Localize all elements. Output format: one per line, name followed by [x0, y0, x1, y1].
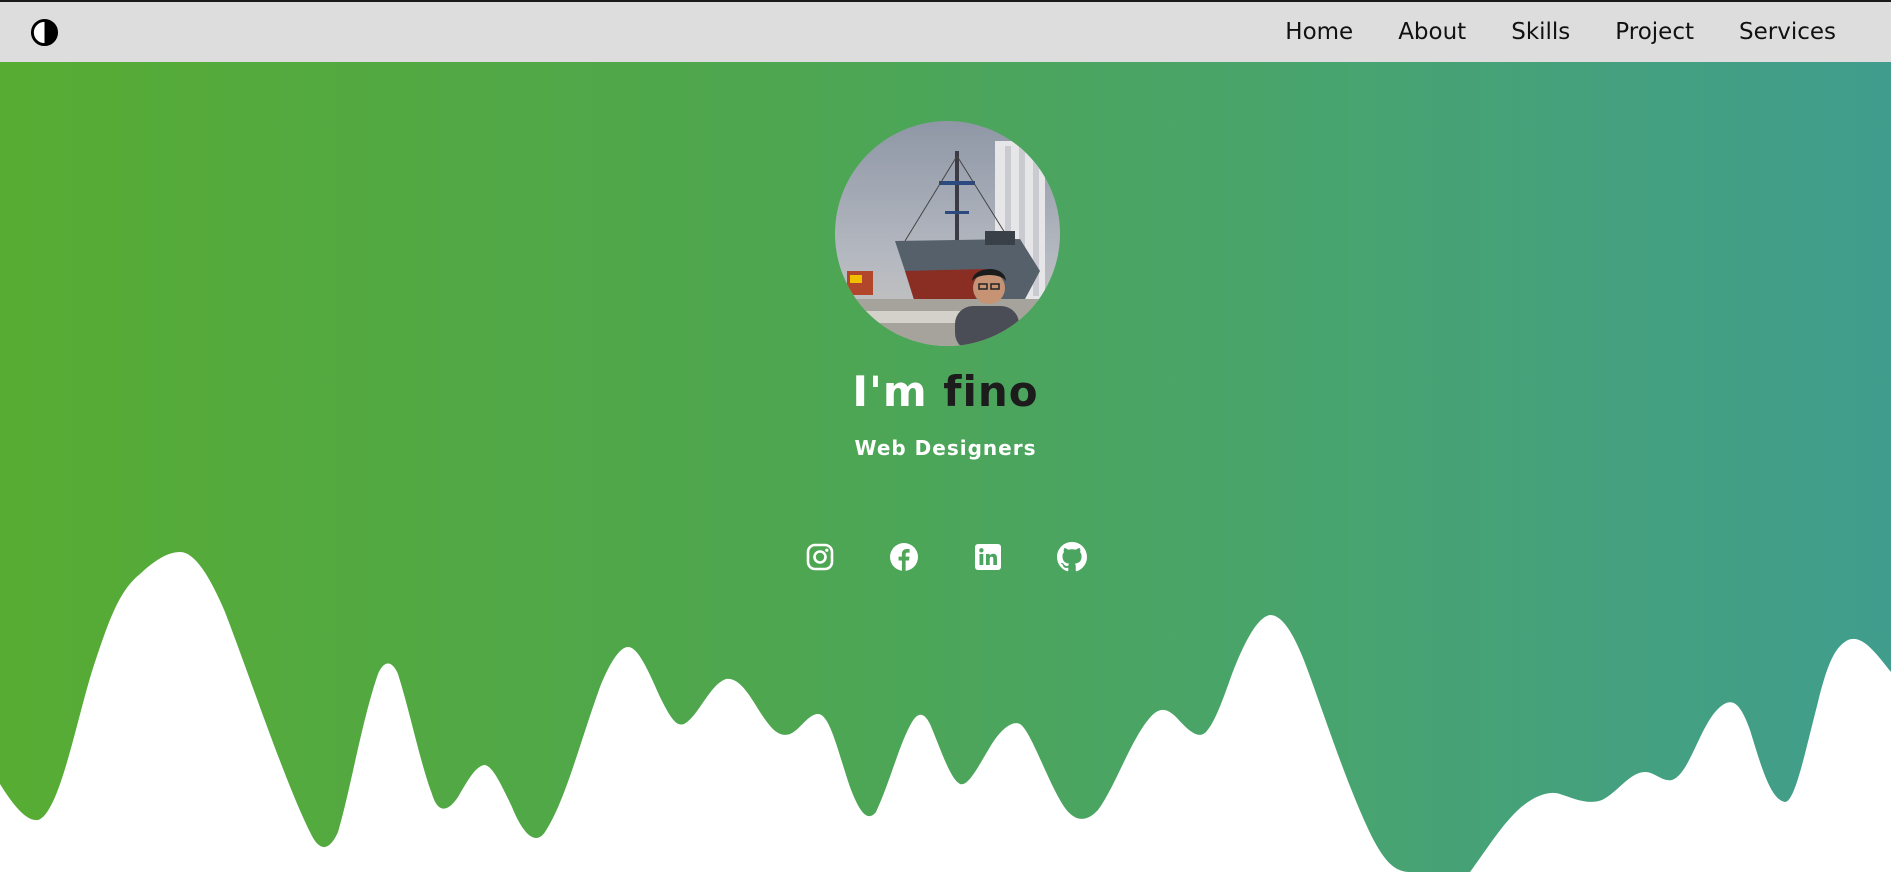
facebook-icon [889, 543, 918, 571]
theme-toggle-button[interactable] [30, 18, 59, 47]
half-circle-contrast-icon [30, 18, 59, 47]
nav-link-services[interactable]: Services [1739, 19, 1836, 45]
nav-link-project[interactable]: Project [1615, 19, 1694, 45]
github-icon [1056, 542, 1087, 572]
hero-title: I'm fino [0, 367, 1891, 416]
nav-link-skills[interactable]: Skills [1511, 19, 1570, 45]
hero-title-name: fino [943, 367, 1039, 416]
profile-photo [835, 121, 1060, 346]
linkedin-link[interactable] [973, 542, 1003, 572]
linkedin-icon [974, 544, 1001, 570]
navbar: Home About Skills Project Services [0, 2, 1891, 62]
nav-link-home[interactable]: Home [1285, 19, 1353, 45]
hero-section: I'm fino Web Designers [0, 62, 1891, 872]
hero-subtitle: Web Designers [854, 436, 1037, 460]
nav-links: Home About Skills Project Services [1285, 2, 1836, 62]
profile-avatar [835, 121, 1060, 346]
github-link[interactable] [1056, 542, 1087, 572]
social-links [0, 542, 1891, 572]
hero-title-intro: I'm [852, 367, 928, 416]
instagram-icon [806, 543, 833, 571]
instagram-link[interactable] [805, 542, 835, 572]
facebook-link[interactable] [889, 542, 919, 572]
nav-link-about[interactable]: About [1398, 19, 1466, 45]
